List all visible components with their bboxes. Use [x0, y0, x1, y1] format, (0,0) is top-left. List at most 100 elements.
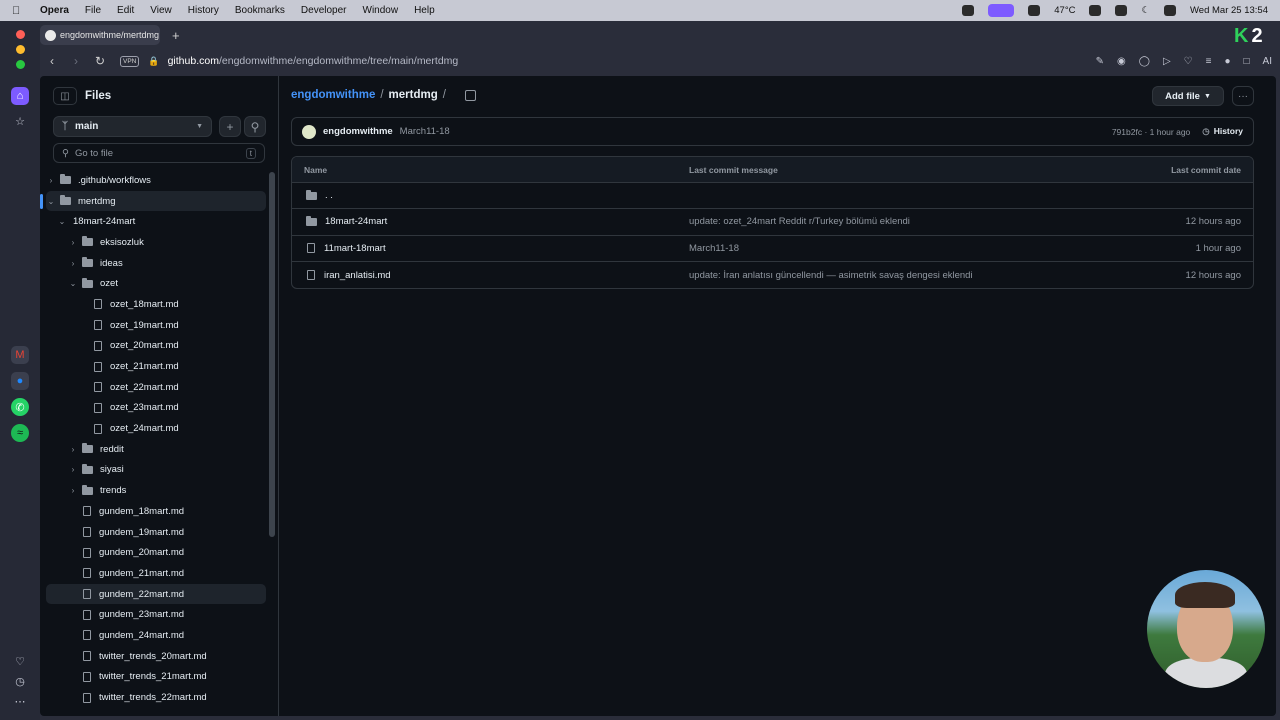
table-row[interactable]: iran_anlatisi.md update: İran anlatısı gü… — [292, 262, 1253, 288]
tree-item[interactable]: ozet_21mart.md — [46, 356, 266, 377]
control-center-icon[interactable] — [1164, 5, 1177, 16]
tree-item[interactable]: gundem_19mart.md — [46, 522, 266, 543]
tree-item[interactable]: ⌄ mertdmg — [40, 190, 266, 212]
spotify-icon[interactable]: ≈ — [11, 424, 29, 442]
branch-selector[interactable]: ᛉ main ▼ — [53, 116, 212, 137]
tree-item[interactable]: › trends — [46, 480, 266, 501]
moon-icon[interactable]: ☾ — [1141, 5, 1150, 16]
add-file-icon[interactable]: + — [219, 116, 241, 137]
forward-icon[interactable]: › — [64, 54, 88, 68]
cube-icon[interactable]: □ — [1244, 56, 1250, 67]
tree-item[interactable]: › reddit — [46, 439, 266, 460]
play-icon[interactable]: ▷ — [1163, 56, 1171, 67]
tree-item[interactable]: ozet_18mart.md — [46, 294, 266, 315]
tree-item[interactable]: ⌄ ozet — [46, 273, 266, 294]
apple-icon[interactable]:  — [12, 5, 32, 17]
collapse-panel-icon[interactable]: ◫ — [53, 87, 77, 105]
menubar-clock[interactable]: Wed Mar 25 13:54 — [1190, 5, 1268, 16]
history-button[interactable]: ◷ History — [1202, 126, 1243, 137]
chevron-down-icon[interactable]: ⌄ — [57, 217, 67, 226]
tree-item[interactable]: › eksisozluk — [46, 232, 266, 253]
chevron-right-icon[interactable]: › — [68, 238, 78, 247]
menu-help[interactable]: Help — [414, 5, 435, 16]
tree-item[interactable]: › .github/workflows — [46, 170, 266, 191]
home-icon[interactable]: ⌂ — [11, 87, 29, 105]
commit-message-link[interactable]: March11-18 — [689, 243, 1053, 254]
file-name-link[interactable]: 11mart-18mart — [324, 243, 386, 254]
chevron-right-icon[interactable]: › — [68, 465, 78, 474]
camera-icon[interactable]: ◉ — [1117, 56, 1126, 67]
battery-icon[interactable] — [1115, 5, 1128, 16]
tree-item[interactable]: › ideas — [46, 253, 266, 274]
table-row[interactable]: . . — [292, 183, 1253, 210]
add-file-button[interactable]: Add file ▼ — [1152, 86, 1224, 106]
search-icon[interactable]: ⚲ — [244, 116, 266, 137]
chevron-right-icon[interactable]: › — [68, 445, 78, 454]
menu-view[interactable]: View — [150, 5, 172, 16]
copy-path-icon[interactable] — [464, 89, 476, 101]
tree-item[interactable]: twitter_trends_21mart.md — [46, 667, 266, 688]
minimize-window-button[interactable] — [16, 45, 25, 54]
commit-message-link[interactable]: update: İran anlatısı güncellendi — asim… — [689, 270, 1053, 281]
lock-icon[interactable]: 🔒 — [148, 56, 159, 67]
avatar[interactable] — [302, 124, 316, 139]
zoom-window-button[interactable] — [16, 60, 25, 69]
go-to-file-input[interactable]: ⚲ Go to file t — [53, 143, 265, 163]
tree-item[interactable]: ozet_22mart.md — [46, 377, 266, 398]
tree-item[interactable]: › siyasi — [46, 460, 266, 481]
tree-item[interactable]: gundem_24mart.md — [46, 625, 266, 646]
display-icon[interactable] — [1089, 5, 1102, 16]
chevron-right-icon[interactable]: › — [68, 259, 78, 268]
tree-item[interactable]: ozet_24mart.md — [46, 418, 266, 439]
screen-record-icon[interactable] — [988, 4, 1015, 17]
star-icon[interactable]: ☆ — [11, 112, 29, 130]
status-icon[interactable] — [962, 5, 975, 16]
menu-app-name[interactable]: Opera — [40, 5, 69, 16]
heart-outline-icon[interactable]: ♡ — [1184, 56, 1193, 67]
menu-edit[interactable]: Edit — [117, 5, 134, 16]
tree-item[interactable]: ozet_19mart.md — [46, 315, 266, 336]
commit-author[interactable]: engdomwithme — [323, 126, 393, 137]
tree-scrollbar[interactable] — [269, 172, 275, 537]
close-window-button[interactable] — [16, 30, 25, 39]
menu-bookmarks[interactable]: Bookmarks — [235, 5, 285, 16]
tree-item[interactable]: gundem_23mart.md — [46, 604, 266, 625]
chevron-down-icon[interactable]: ⌄ — [68, 279, 78, 288]
table-row[interactable]: 18mart-24mart update: ozet_24mart Reddit … — [292, 209, 1253, 236]
url-field[interactable]: github.com/engdomwithme/engdomwithme/tre… — [168, 55, 459, 67]
new-tab-icon[interactable]: + — [172, 28, 180, 43]
more-dots-icon[interactable]: ⋯ — [11, 692, 29, 710]
breadcrumb-repo-link[interactable]: engdomwithme — [291, 89, 375, 101]
tree-item[interactable]: ozet_23mart.md — [46, 398, 266, 419]
chevron-down-icon[interactable]: ⌄ — [46, 197, 56, 206]
menu-developer[interactable]: Developer — [301, 5, 347, 16]
menu-file[interactable]: File — [85, 5, 101, 16]
extension-icon[interactable] — [1028, 5, 1041, 16]
gmail-icon[interactable]: M — [11, 346, 29, 364]
vpn-badge[interactable]: VPN — [120, 55, 140, 67]
back-icon[interactable]: ‹ — [40, 54, 64, 68]
ai-button[interactable]: AI — [1263, 56, 1272, 67]
history-clock-icon[interactable]: ◷ — [11, 672, 29, 690]
menu-lines-icon[interactable]: ≡ — [1206, 56, 1212, 67]
more-options-button[interactable]: ··· — [1232, 86, 1254, 106]
file-name-link[interactable]: 18mart-24mart — [325, 216, 387, 227]
heart-icon[interactable]: ♡ — [11, 652, 29, 670]
tree-item[interactable]: gundem_18mart.md — [46, 501, 266, 522]
commit-message[interactable]: March11-18 — [400, 126, 450, 137]
tree-item[interactable]: ⌄ 18mart-24mart — [46, 211, 266, 232]
table-row[interactable]: 11mart-18mart March11-18 1 hour ago — [292, 236, 1253, 262]
commit-meta[interactable]: 791b2fc · 1 hour ago — [1112, 127, 1190, 137]
menu-window[interactable]: Window — [363, 5, 399, 16]
temperature-readout[interactable]: 47°C — [1054, 5, 1075, 16]
tab-github[interactable]: engdomwithme/mertdmg — [40, 25, 160, 45]
tree-item[interactable]: gundem_22mart.md — [46, 583, 266, 605]
reload-icon[interactable]: ↻ — [88, 54, 112, 68]
tree-item[interactable]: gundem_21mart.md — [46, 563, 266, 584]
shield-icon[interactable]: ◯ — [1139, 56, 1150, 67]
file-name-link[interactable]: iran_anlatisi.md — [324, 270, 391, 281]
tree-item[interactable]: ozet_20mart.md — [46, 336, 266, 357]
profile-icon[interactable]: ● — [1224, 56, 1230, 67]
parent-directory-link[interactable]: . . — [325, 190, 333, 201]
tree-item[interactable]: twitter_trends_22mart.md — [46, 687, 266, 708]
